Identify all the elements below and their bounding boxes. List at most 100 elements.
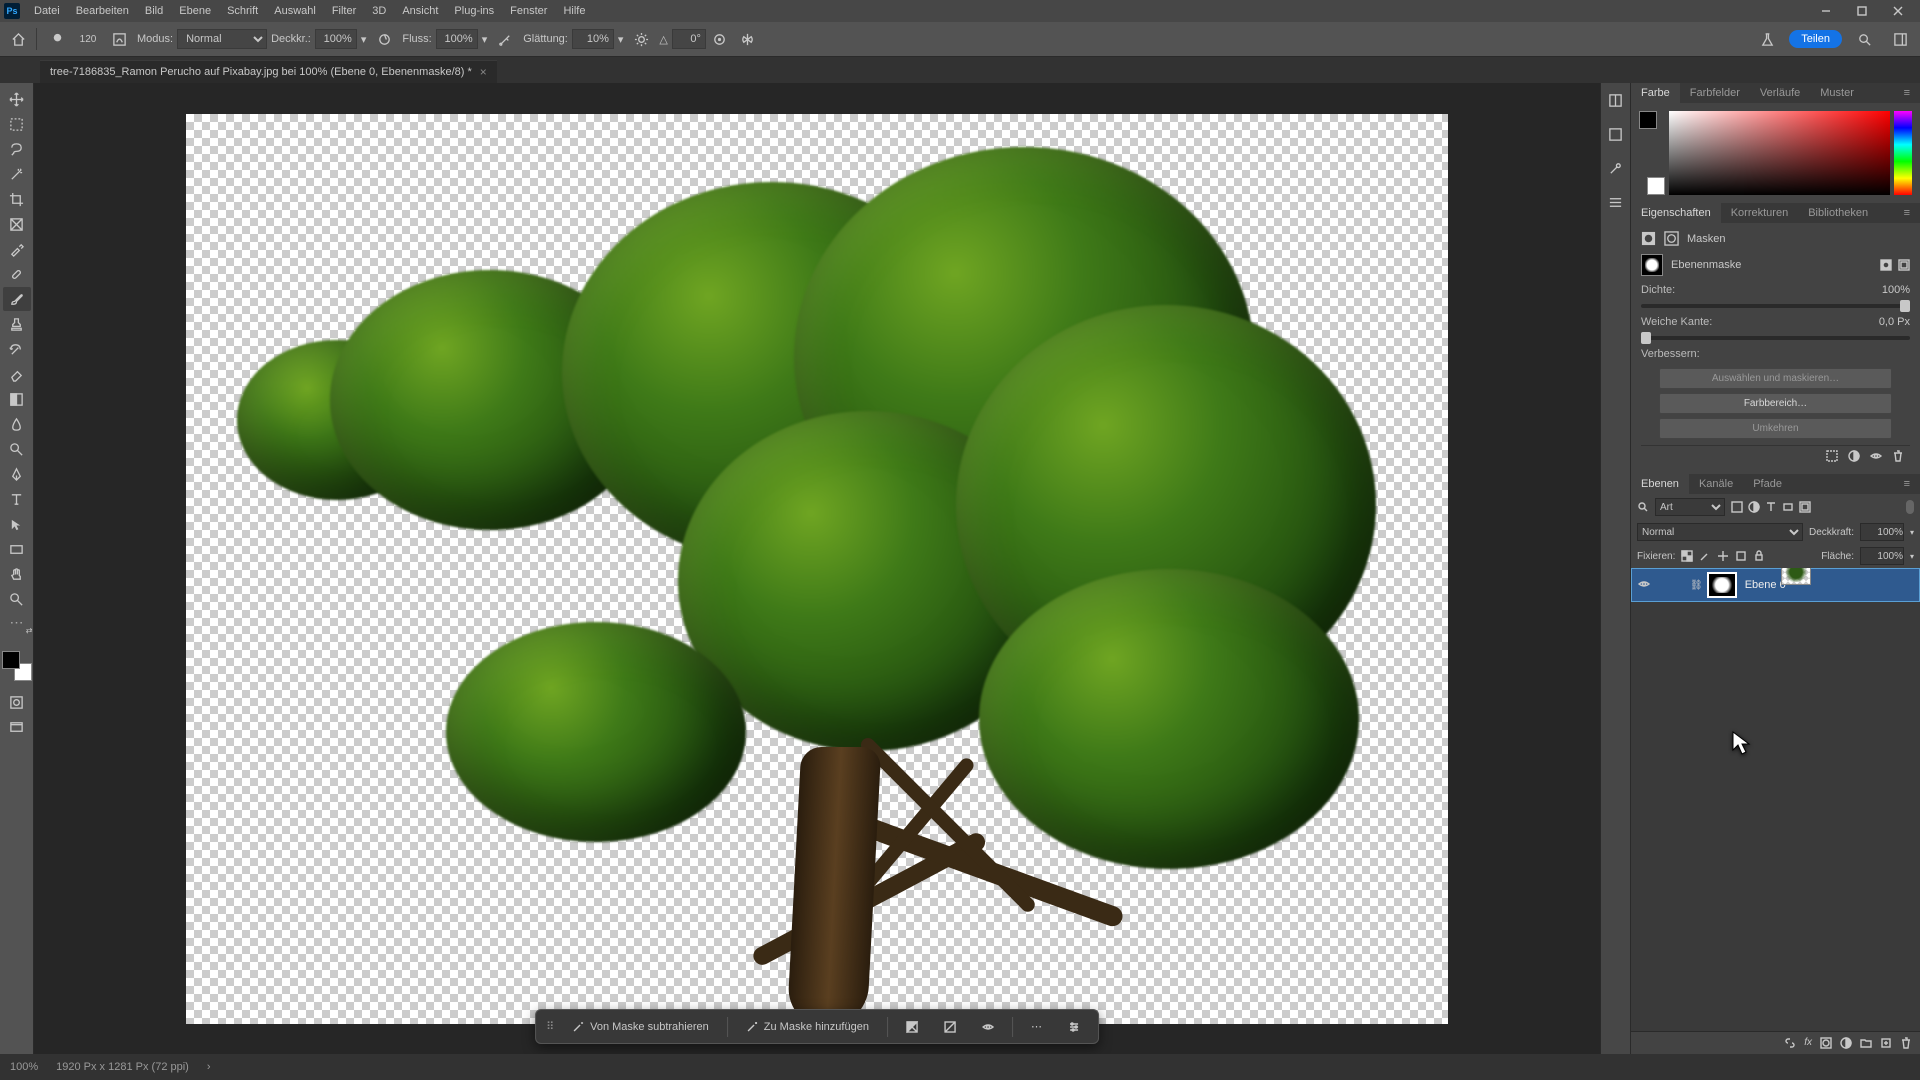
filter-toggle[interactable] [1906, 500, 1914, 514]
new-layer-icon[interactable] [1880, 1037, 1892, 1049]
quickmask-toggle[interactable] [3, 690, 31, 714]
tab-korrekturen[interactable]: Korrekturen [1721, 203, 1798, 223]
menu-bild[interactable]: Bild [137, 2, 171, 20]
filter-smart-icon[interactable] [1799, 501, 1811, 513]
status-chevron[interactable]: › [207, 1061, 211, 1073]
edit-toolbar-button[interactable]: ⋯ [10, 614, 24, 631]
menu-datei[interactable]: Datei [26, 2, 68, 20]
opacity-pressure-toggle[interactable] [372, 27, 396, 51]
lock-transparent-icon[interactable] [1681, 550, 1693, 562]
tab-farbe[interactable]: Farbe [1631, 83, 1680, 103]
brush-panel-toggle[interactable] [107, 27, 131, 51]
menu-ebene[interactable]: Ebene [171, 2, 219, 20]
density-slider[interactable] [1641, 304, 1910, 308]
gradient-tool[interactable] [3, 387, 31, 411]
canvas[interactable] [186, 114, 1448, 1024]
feather-value[interactable]: 0,0 Px [1862, 316, 1910, 328]
color-range-button[interactable]: Farbbereich… [1659, 393, 1892, 414]
layer-mask-thumbnail[interactable] [1707, 572, 1737, 598]
foreground-color-swatch[interactable] [2, 651, 20, 669]
dodge-tool[interactable] [3, 437, 31, 461]
lock-artboard-icon[interactable] [1735, 550, 1747, 562]
hand-tool[interactable] [3, 562, 31, 586]
select-and-mask-button[interactable]: Auswählen und maskieren… [1659, 368, 1892, 389]
invert-button[interactable]: Umkehren [1659, 418, 1892, 439]
color-panel-menu[interactable]: ≡ [1894, 83, 1920, 103]
load-selection-icon[interactable] [1826, 450, 1838, 462]
subtract-from-mask-button[interactable]: Von Maske subtrahieren [564, 1017, 717, 1037]
taskbar-drag-handle[interactable]: ⠿ [546, 1020, 554, 1033]
layer-blend-select[interactable]: Normal [1637, 523, 1803, 541]
tab-kanaele[interactable]: Kanäle [1689, 474, 1743, 494]
menu-filter[interactable]: Filter [324, 2, 364, 20]
zoom-level[interactable]: 100% [10, 1061, 38, 1073]
add-mask-icon[interactable] [1820, 1037, 1832, 1049]
color-panel-swatches[interactable] [1639, 111, 1665, 195]
size-pressure-toggle[interactable] [708, 27, 732, 51]
home-button[interactable] [6, 27, 30, 51]
brush-preset-picker[interactable] [43, 25, 71, 53]
blur-tool[interactable] [3, 412, 31, 436]
taskbar-properties-button[interactable] [1060, 1017, 1088, 1037]
collapsed-panel-4[interactable] [1608, 195, 1623, 213]
menu-hilfe[interactable]: Hilfe [555, 2, 593, 20]
color-swatches[interactable] [2, 651, 32, 681]
disable-mask-button[interactable] [936, 1017, 964, 1037]
pen-tool[interactable] [3, 462, 31, 486]
path-tool[interactable] [3, 512, 31, 536]
feather-slider[interactable] [1641, 336, 1910, 340]
window-close-button[interactable] [1880, 0, 1916, 22]
airbrush-toggle[interactable] [493, 27, 517, 51]
filter-type-icon[interactable] [1765, 501, 1777, 513]
document-tab[interactable]: tree-7186835_Ramon Perucho auf Pixabay.j… [40, 60, 497, 83]
zoom-tool[interactable] [3, 587, 31, 611]
lock-all-icon[interactable] [1753, 550, 1765, 562]
add-to-mask-button[interactable]: Zu Maske hinzufügen [738, 1017, 877, 1037]
layers-panel-menu[interactable]: ≡ [1894, 474, 1920, 494]
tab-eigenschaften[interactable]: Eigenschaften [1631, 203, 1721, 223]
layer-visibility-toggle[interactable] [1636, 578, 1652, 593]
menu-fenster[interactable]: Fenster [502, 2, 555, 20]
symmetry-toggle[interactable] [736, 27, 760, 51]
add-pixel-mask-icon[interactable] [1880, 259, 1892, 271]
healing-tool[interactable] [3, 262, 31, 286]
selection-tool[interactable] [3, 162, 31, 186]
collapsed-panel-1[interactable] [1608, 93, 1623, 111]
apply-mask-icon[interactable] [1848, 450, 1860, 462]
add-vector-mask-icon[interactable] [1898, 259, 1910, 271]
link-layers-icon[interactable] [1784, 1037, 1796, 1049]
layer-mask-link-icon[interactable]: ⛓ [1690, 580, 1703, 591]
history-brush-tool[interactable] [3, 337, 31, 361]
tab-bibliotheken[interactable]: Bibliotheken [1798, 203, 1878, 223]
menu-auswahl[interactable]: Auswahl [266, 2, 324, 20]
fill-input[interactable] [1860, 547, 1904, 565]
properties-panel-menu[interactable]: ≡ [1894, 203, 1920, 223]
adjustment-layer-icon[interactable] [1840, 1037, 1852, 1049]
hue-slider[interactable] [1894, 111, 1912, 195]
move-tool[interactable] [3, 87, 31, 111]
eyedropper-tool[interactable] [3, 237, 31, 261]
collapsed-panel-3[interactable] [1608, 161, 1623, 179]
frame-tool[interactable] [3, 212, 31, 236]
tab-verlaeufe[interactable]: Verläufe [1750, 83, 1810, 103]
stamp-tool[interactable] [3, 312, 31, 336]
filter-shape-icon[interactable] [1782, 501, 1794, 513]
invert-mask-button[interactable] [898, 1017, 926, 1037]
smoothing-input[interactable] [572, 29, 614, 49]
brush-tool[interactable] [3, 287, 31, 311]
blend-mode-select[interactable]: Normal [177, 29, 267, 49]
filter-adjust-icon[interactable] [1748, 501, 1760, 513]
beaker-button[interactable] [1755, 27, 1779, 51]
toggle-mask-icon[interactable] [1870, 450, 1882, 462]
filter-pixel-icon[interactable] [1731, 501, 1743, 513]
delete-mask-icon[interactable] [1892, 450, 1904, 462]
shape-tool[interactable] [3, 537, 31, 561]
delete-layer-icon[interactable] [1900, 1037, 1912, 1049]
eraser-tool[interactable] [3, 362, 31, 386]
collapsed-panel-2[interactable] [1608, 127, 1623, 145]
document-info[interactable]: 1920 Px x 1281 Px (72 ppi) [56, 1061, 189, 1073]
opacity-input[interactable] [315, 29, 357, 49]
menu-bearbeiten[interactable]: Bearbeiten [68, 2, 137, 20]
tab-farbfelder[interactable]: Farbfelder [1680, 83, 1750, 103]
more-options-button[interactable]: ⋯ [1023, 1016, 1050, 1037]
